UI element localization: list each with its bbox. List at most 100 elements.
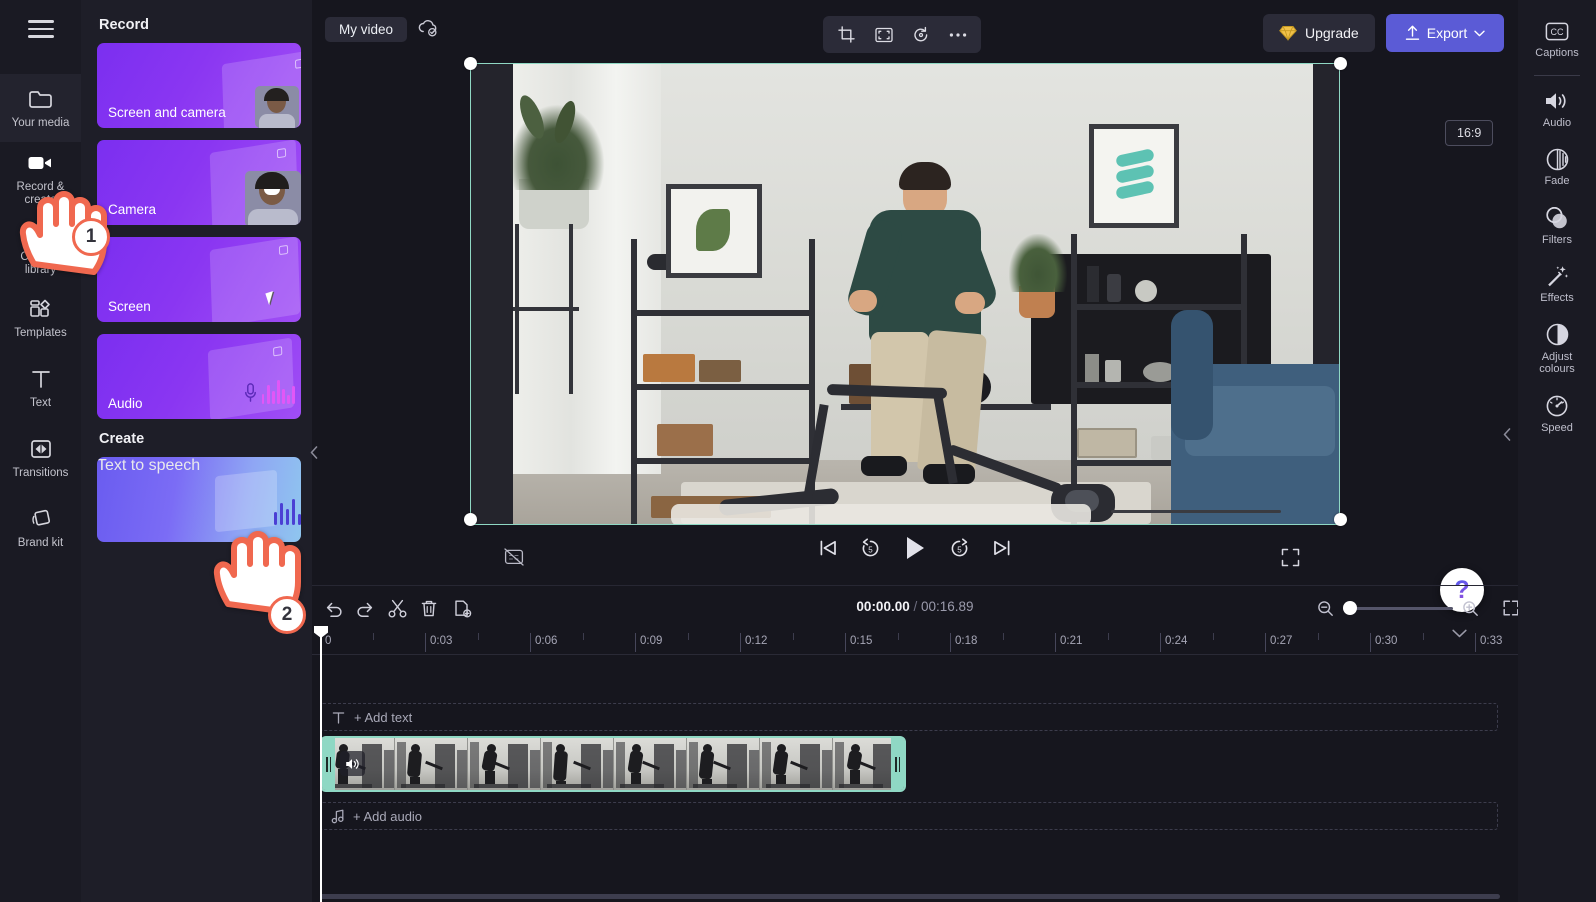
ruler-tick-minor (372, 633, 374, 640)
templates-icon (28, 296, 53, 322)
resize-handle-bottom-right[interactable] (1334, 513, 1347, 526)
left-sidebar: Your media Record & create Content libra… (0, 0, 81, 902)
sidebar-item-filters[interactable]: Filters (1518, 197, 1596, 256)
record-card-screen[interactable]: Screen (97, 237, 301, 322)
sidebar-item-text[interactable]: Text (0, 354, 81, 422)
sidebar-item-captions[interactable]: CC Captions (1518, 10, 1596, 69)
sidebar-label: Speed (1541, 421, 1573, 434)
add-audio-track[interactable]: + Add audio (320, 802, 1498, 830)
hamburger-menu-button[interactable] (0, 0, 81, 58)
speed-gauge-icon (1545, 394, 1569, 418)
filmstrip-frame (468, 738, 541, 790)
cloud-saved-icon[interactable] (417, 17, 439, 42)
trash-icon[interactable] (416, 596, 442, 620)
ruler-tick (950, 633, 951, 652)
chevron-left-icon (310, 445, 318, 459)
split-icon[interactable] (384, 596, 410, 620)
sidebar-item-speed[interactable]: Speed (1518, 385, 1596, 444)
resize-handle-top-left[interactable] (464, 57, 477, 70)
sidebar-item-your-media[interactable]: Your media (0, 74, 81, 142)
sidebar-label: Record & create (16, 180, 65, 206)
fullscreen-icon[interactable] (1281, 548, 1300, 572)
svg-text:5: 5 (957, 545, 962, 554)
clip-audio-toggle[interactable] (340, 751, 365, 776)
sidebar-label: Effects (1540, 292, 1574, 304)
ruler-label: 0:30 (1375, 635, 1398, 647)
play-button[interactable] (903, 535, 927, 561)
svg-text:CC: CC (1551, 27, 1564, 37)
sidebar-label: Audio (1542, 116, 1572, 129)
upgrade-button[interactable]: Upgrade (1263, 14, 1375, 52)
ruler-tick (1160, 633, 1161, 652)
ruler-label: 0:21 (1060, 635, 1083, 647)
record-card-camera[interactable]: Camera (97, 140, 301, 225)
zoom-slider-handle[interactable] (1343, 601, 1357, 615)
ruler-label: 0:09 (640, 635, 663, 647)
more-options-icon[interactable] (942, 20, 973, 49)
timeline-scrollbar[interactable] (320, 894, 1500, 899)
trim-handle-right[interactable] (891, 738, 904, 790)
text-to-speech-card[interactable]: Text to speech (97, 457, 301, 542)
zoom-in-icon[interactable] (1462, 600, 1479, 617)
duplicate-icon[interactable] (449, 596, 475, 620)
video-preview-area: 16:9 5 5 ? (312, 57, 1518, 638)
timeline-ruler[interactable]: 0 0:03 0:06 0:09 0:12 0:15 0:18 0:21 0:24 0:27 0:3… (312, 629, 1529, 655)
ruler-tick-minor (477, 633, 479, 640)
export-button[interactable]: Export (1386, 14, 1504, 52)
sidebar-item-content-library[interactable]: Content library (0, 214, 81, 282)
fit-to-frame-icon[interactable] (868, 20, 899, 49)
fade-icon (1546, 147, 1569, 171)
filmstrip-frame (760, 738, 833, 790)
sidebar-item-transitions[interactable]: Transitions (0, 424, 81, 492)
forward-5-icon[interactable]: 5 (949, 537, 970, 559)
sidebar-item-audio[interactable]: Audio (1518, 80, 1596, 139)
timeline-video-clip[interactable] (320, 736, 906, 792)
record-card-label: Audio (108, 396, 143, 411)
sidebar-item-brand-kit[interactable]: Brand kit (0, 494, 81, 562)
redo-icon[interactable] (352, 596, 378, 620)
record-card-screen-and-camera[interactable]: Screen and camera (97, 43, 301, 128)
waveform-glyph (261, 378, 295, 404)
video-preview[interactable] (471, 64, 1339, 524)
sidebar-item-adjust-colours[interactable]: Adjust colours (1518, 314, 1596, 385)
ruler-label: 0:06 (535, 635, 558, 647)
crop-icon[interactable] (831, 20, 862, 49)
filmstrip-frame (541, 738, 614, 790)
sidebar-item-effects[interactable]: Effects (1518, 255, 1596, 314)
panel-heading-record: Record (99, 17, 149, 33)
divider (1534, 74, 1580, 76)
ruler-label: 0:18 (955, 635, 978, 647)
skip-previous-icon[interactable] (818, 538, 838, 558)
rewind-5-icon[interactable]: 5 (860, 537, 881, 559)
right-panel-collapse-button[interactable] (1503, 428, 1511, 444)
zoom-out-icon[interactable] (1317, 600, 1334, 617)
record-card-audio[interactable]: Audio (97, 334, 301, 419)
project-title[interactable]: My video (325, 17, 408, 42)
editor-main: My video Upgrade Export 16:9 5 5 ? 00:00… (312, 0, 1529, 902)
resize-handle-bottom-left[interactable] (464, 513, 477, 526)
top-toolbar: My video Upgrade Export (312, 0, 1518, 58)
zoom-slider[interactable] (1343, 601, 1453, 615)
sidebar-label: Filters (1542, 233, 1572, 246)
trim-handle-left[interactable] (322, 738, 335, 790)
transport-controls: 5 5 (818, 535, 1012, 561)
text-to-speech-art (205, 469, 301, 539)
record-and-create-panel: Record Screen and camera Camera Screen A… (81, 0, 312, 902)
playhead (320, 629, 322, 902)
filters-icon (1545, 206, 1569, 230)
sidebar-item-fade[interactable]: Fade (1518, 138, 1596, 197)
resize-handle-top-right[interactable] (1334, 57, 1347, 70)
panel-collapse-button[interactable] (306, 435, 322, 469)
hamburger-icon (27, 15, 54, 43)
aspect-ratio-badge[interactable]: 16:9 (1445, 120, 1494, 146)
rotate-icon[interactable] (905, 20, 936, 49)
playback-controls: 5 5 (312, 528, 1518, 586)
captions-off-icon[interactable] (504, 548, 524, 571)
undo-icon[interactable] (320, 596, 346, 620)
add-text-track[interactable]: + Add text (320, 703, 1498, 731)
total-time: 00:16.89 (921, 599, 974, 614)
ruler-tick (635, 633, 636, 652)
skip-next-icon[interactable] (992, 538, 1012, 558)
sidebar-item-templates[interactable]: Templates (0, 284, 81, 352)
sidebar-item-record-and-create[interactable]: Record & create (0, 144, 81, 212)
